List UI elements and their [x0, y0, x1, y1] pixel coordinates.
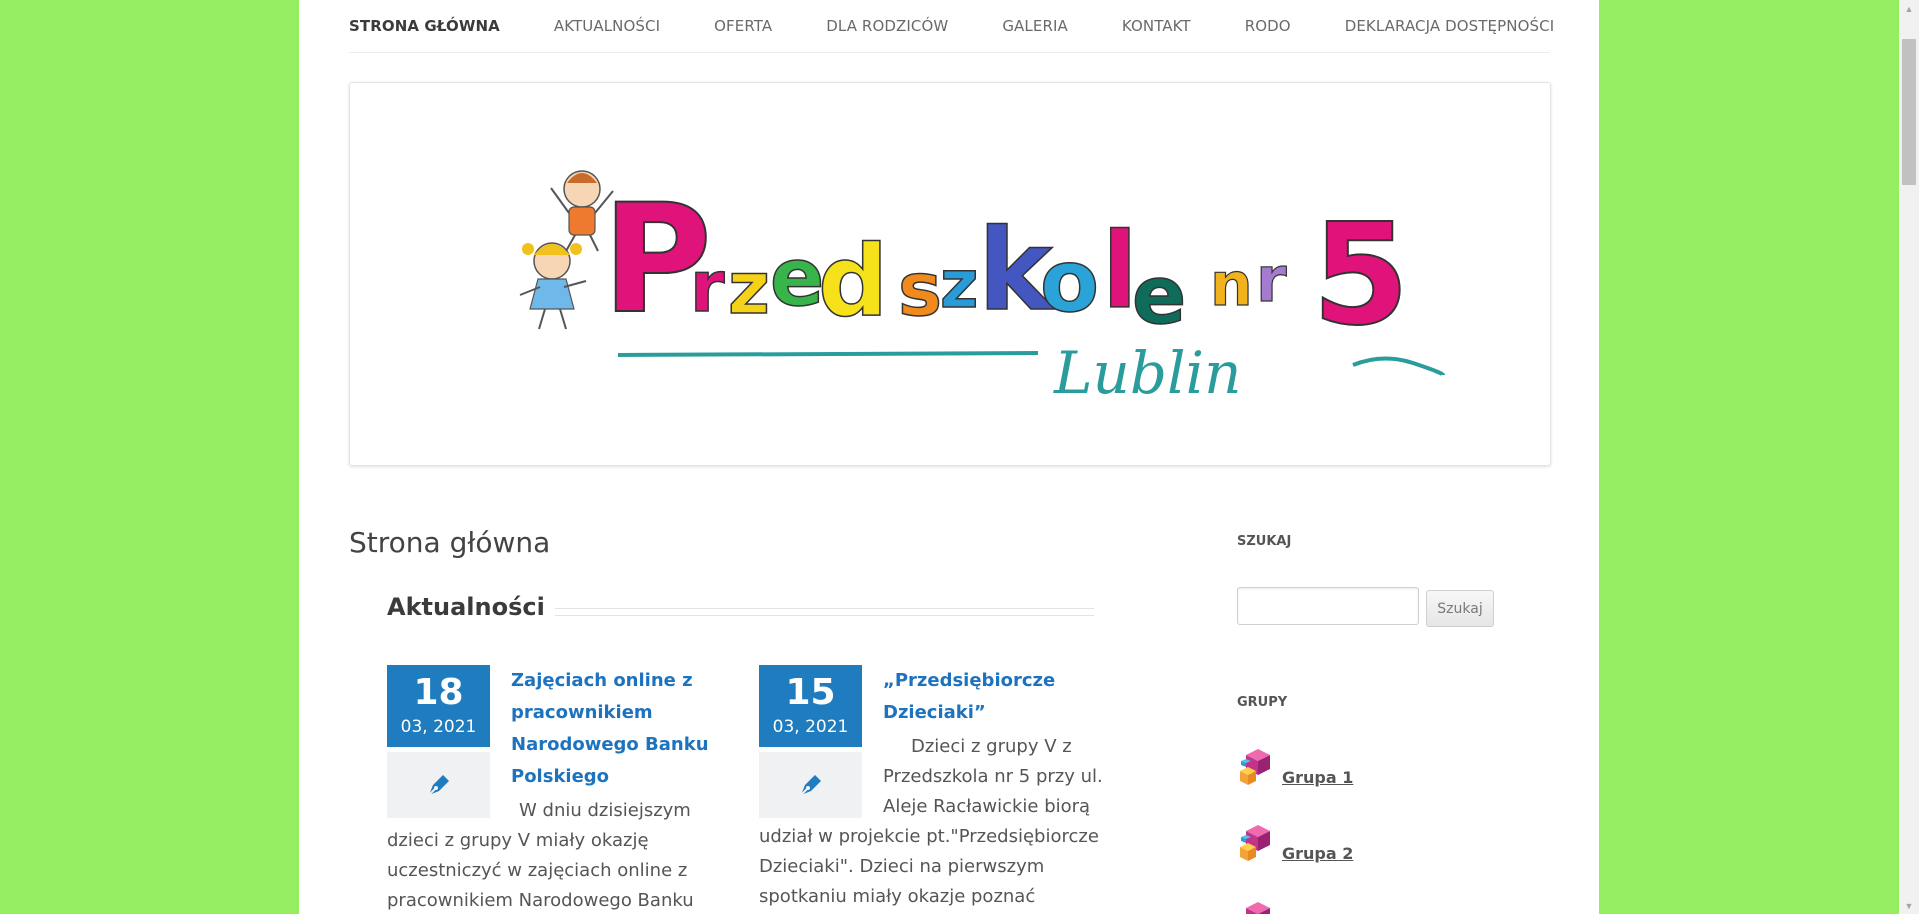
post-day: 15: [785, 672, 836, 713]
group-link[interactable]: Grupa 1: [1282, 768, 1353, 787]
banner-logo: P r z e d s z k o l e n r 5 Lublin: [519, 170, 1445, 407]
pen-icon: [799, 775, 821, 796]
logo-title: P r z e d s z k o l e n r 5: [601, 172, 1410, 358]
main-navigation: STRONA GŁÓWNA AKTUALNOŚCI OFERTA DLA ROD…: [349, 0, 1554, 53]
post-excerpt-bottom: udział w projekcie pt."Przedsiębiorcze D…: [759, 822, 1099, 912]
page-title: Strona główna: [349, 526, 551, 559]
nav-item-news[interactable]: AKTUALNOŚCI: [554, 17, 660, 35]
header-banner-image[interactable]: P r z e d s z k o l e n r 5 Lublin: [349, 82, 1551, 466]
excerpt-line: Dzieciaki". Dzieci na pierwszym: [759, 856, 1045, 877]
nav-item-rodo[interactable]: RODO: [1245, 17, 1291, 35]
group-item-3-partial[interactable]: [1236, 898, 1280, 914]
cubes-icon: [1246, 902, 1270, 914]
nav-item-contact[interactable]: KONTAKT: [1122, 17, 1191, 35]
excerpt-line: Dzieci z grupy V z: [911, 736, 1072, 757]
scroll-up-arrow-icon[interactable]: ▲: [1899, 0, 1919, 17]
svg-text:o: o: [1040, 232, 1099, 332]
nav-item-accessibility[interactable]: DEKLARACJA DOSTĘPNOŚCI: [1345, 17, 1555, 35]
excerpt-line: Aleje Racławickie biorą: [883, 796, 1091, 817]
news-section-header: Aktualności: [387, 593, 1094, 627]
post-month-year: 03, 2021: [772, 717, 849, 737]
svg-text:s: s: [898, 247, 942, 333]
news-section-title: Aktualności: [387, 593, 555, 621]
svg-text:z: z: [940, 246, 978, 323]
scroll-down-arrow-icon[interactable]: ▼: [1899, 897, 1919, 914]
post-title-link[interactable]: „Przedsiębiorcze Dzieciaki”: [883, 665, 1083, 729]
svg-text:r: r: [690, 246, 725, 328]
post-excerpt: W dniu dzisiejszym dzieci z grupy V miał…: [387, 796, 717, 914]
search-input[interactable]: [1237, 587, 1419, 625]
search-button[interactable]: Szukaj: [1426, 590, 1494, 627]
group-item-1[interactable]: Grupa 1: [1236, 745, 1353, 789]
nav-item-offer[interactable]: OFERTA: [714, 17, 772, 35]
cubes-icon: [1240, 825, 1270, 861]
logo-subtitle: Lublin: [1053, 339, 1241, 407]
excerpt-line: udział w projekcie pt."Przedsiębiorcze: [759, 826, 1099, 847]
nav-item-gallery[interactable]: GALERIA: [1002, 17, 1068, 35]
excerpt-line: spotkaniu miały okazje poznać: [759, 886, 1036, 907]
svg-text:n: n: [1210, 250, 1253, 320]
excerpt-line: Przedszkola nr 5 przy ul.: [883, 766, 1103, 787]
page-container: STRONA GŁÓWNA AKTUALNOŚCI OFERTA DLA ROD…: [299, 0, 1599, 914]
nav-item-home[interactable]: STRONA GŁÓWNA: [349, 17, 500, 35]
groups-widget-title: GRUPY: [1237, 695, 1288, 710]
svg-text:d: d: [818, 225, 888, 339]
kids-illustration: [519, 170, 614, 330]
page-scrollbar[interactable]: ▲ ▼: [1899, 0, 1919, 914]
nav-item-parents[interactable]: DLA RODZICÓW: [826, 17, 948, 35]
excerpt-line: uczestniczyć w zajęciach online z: [387, 860, 688, 881]
excerpt-line: W dniu dzisiejszym: [519, 800, 691, 821]
post-excerpt-top: Dzieci z grupy V z Przedszkola nr 5 przy…: [883, 732, 1103, 822]
scrollbar-thumb[interactable]: [1902, 39, 1916, 185]
post-format-box: [759, 752, 862, 818]
cubes-icon: [1240, 749, 1270, 785]
excerpt-line: dzieci z grupy V miały okazję: [387, 830, 649, 851]
post-date-badge: 15 03, 2021: [759, 665, 862, 747]
group-item-2[interactable]: Grupa 2: [1236, 821, 1353, 865]
svg-text:e: e: [770, 231, 824, 324]
post-title-link[interactable]: Zajęciach online z pracownikiem Narodowe…: [511, 665, 711, 793]
svg-text:5: 5: [1312, 194, 1409, 357]
post-date-badge: 18 03, 2021: [387, 665, 490, 747]
post-day: 18: [413, 672, 464, 713]
excerpt-line: pracownikiem Narodowego Banku: [387, 890, 694, 911]
svg-text:z: z: [728, 246, 770, 330]
svg-text:e: e: [1132, 249, 1186, 342]
post-month-year: 03, 2021: [400, 717, 477, 737]
search-widget-title: SZUKAJ: [1237, 534, 1292, 549]
group-link[interactable]: Grupa 2: [1282, 844, 1353, 863]
svg-text:r: r: [1256, 243, 1287, 316]
